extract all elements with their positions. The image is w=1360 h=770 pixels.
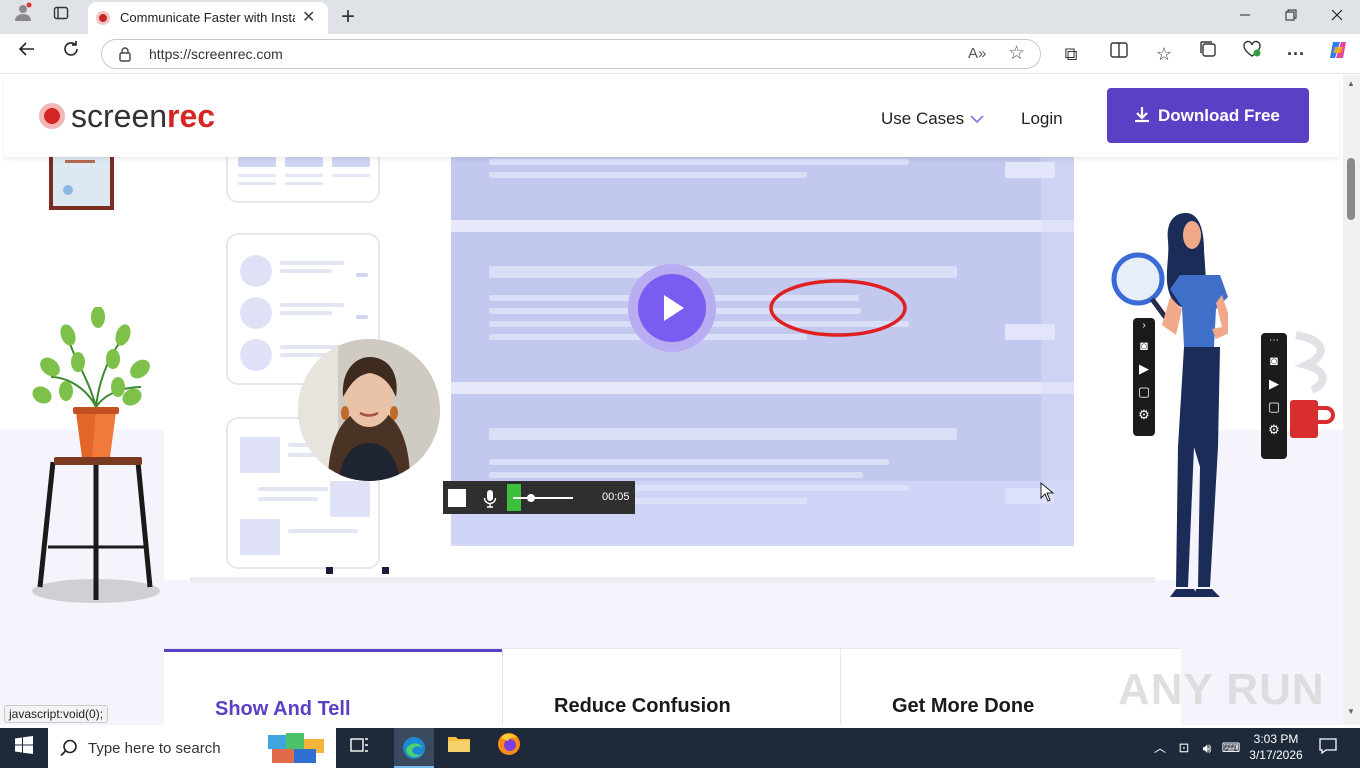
scrollbar-thumb[interactable] [1347, 158, 1355, 220]
feature-tab-3-label: Get More Done [892, 695, 1035, 717]
firefox-icon[interactable] [493, 732, 525, 764]
browser-essentials-icon[interactable] [1237, 39, 1267, 69]
recorder-toolbar-right: ⋯ ◙ ▶ ▢ ⚙ [1261, 333, 1287, 459]
nav-use-cases-label: Use Cases [881, 109, 965, 128]
search-icon [60, 739, 77, 757]
settings-icon[interactable]: ⚙ [1133, 403, 1155, 426]
feature-tab-2[interactable]: Reduce Confusion [502, 649, 840, 725]
recorder-toolbar-left: › ◙ ▶ ▢ ⚙ [1133, 318, 1155, 436]
page-scrollbar[interactable]: ▲ ▼ [1343, 75, 1360, 725]
window-icon[interactable]: ▢ [1133, 380, 1155, 403]
minimize-icon[interactable] [1230, 2, 1260, 32]
extensions-icon[interactable]: ⧉ [1056, 39, 1086, 69]
ime-icon[interactable]: ⌨ [1215, 732, 1247, 764]
read-aloud-icon[interactable]: A» [968, 45, 986, 62]
carousel-dot[interactable] [326, 567, 333, 574]
split-screen-icon[interactable] [1104, 39, 1134, 69]
feature-tab-2-label: Reduce Confusion [554, 695, 731, 717]
video-icon[interactable]: ▶ [1261, 372, 1287, 395]
feature-tab-1-label: Show And Tell [215, 698, 351, 720]
logo-record-icon [39, 103, 65, 129]
browser-tab-bar: Communicate Faster with Instant ✕ + [0, 0, 1360, 34]
copilot-icon[interactable] [1323, 39, 1353, 69]
close-window-icon[interactable] [1322, 2, 1352, 32]
nav-login[interactable]: Login [1021, 109, 1063, 129]
wall-frame-image [49, 155, 114, 210]
webcam-avatar [298, 339, 440, 481]
video-icon[interactable]: ▶ [1133, 357, 1155, 380]
profile-icon[interactable] [8, 2, 38, 32]
lock-icon[interactable] [118, 46, 132, 67]
microphone-icon[interactable] [483, 489, 497, 508]
status-bar-url: javascript:void(0); [4, 705, 109, 723]
more-menu-icon[interactable]: ··· [1281, 39, 1311, 69]
hero-stage-shadow [190, 577, 1155, 583]
file-explorer-icon[interactable] [443, 732, 475, 764]
address-bar[interactable]: https://screenrec.com A» ☆ [101, 39, 1041, 69]
logo-text-screen: screen [71, 98, 168, 134]
feature-tab-1[interactable]: Show And Tell [164, 649, 502, 725]
woman-illustration [1108, 205, 1234, 610]
active-tab[interactable]: Communicate Faster with Instant ✕ [88, 2, 328, 34]
feature-tabs: Show And Tell Reduce Confusion Get More … [164, 648, 1181, 725]
page-viewport: 00:05 › ◙ ▶ ▢ ⚙ ⋯ ◙ ▶ ▢ ⚙ Show And Tell … [0, 75, 1343, 725]
back-icon[interactable] [12, 39, 42, 69]
expand-icon[interactable]: › [1133, 318, 1155, 334]
plant-illustration [28, 306, 163, 607]
play-icon [664, 295, 684, 321]
url-text: https://screenrec.com [149, 46, 283, 62]
play-button[interactable] [628, 264, 716, 352]
mouse-cursor-icon [1040, 482, 1054, 502]
clock-time: 3:03 PM [1253, 732, 1299, 746]
windows-taskbar: Type here to search ︿ ⊡ 🔊︎ ⌨ 3:03 PM 3/1… [0, 728, 1360, 768]
logo-text-rec: rec [167, 98, 216, 134]
record-timer: 00:05 [602, 491, 630, 503]
scroll-down-arrow[interactable]: ▼ [1347, 707, 1355, 716]
coffee-mug-illustration [1286, 330, 1336, 442]
scroll-up-arrow[interactable]: ▲ [1347, 79, 1355, 88]
volume-slider[interactable] [513, 494, 573, 502]
search-placeholder: Type here to search [88, 740, 221, 757]
camera-icon[interactable]: ◙ [1133, 334, 1155, 357]
restore-icon[interactable] [1276, 2, 1306, 32]
carousel-dot[interactable] [382, 567, 389, 574]
favorite-star-icon[interactable]: ☆ [1008, 42, 1025, 65]
taskbar-search-box[interactable]: Type here to search [48, 728, 336, 768]
notification-icon[interactable] [1312, 732, 1344, 764]
browser-toolbar: https://screenrec.com A» ☆ ⧉ ☆ ··· [0, 34, 1360, 74]
clock-date: 3/17/2026 [1249, 748, 1303, 762]
collections-icon[interactable] [1193, 39, 1223, 69]
nav-use-cases[interactable]: Use Cases [881, 109, 991, 133]
site-header: screen rec Use Cases Login Download Free [4, 75, 1339, 157]
annotation-ellipse [769, 279, 907, 337]
settings-icon[interactable]: ⚙ [1261, 418, 1287, 441]
window-icon[interactable]: ▢ [1261, 395, 1287, 418]
options-icon[interactable]: ⋯ [1261, 333, 1287, 349]
recorder-control-bar: 00:05 [443, 481, 635, 514]
stop-button[interactable] [448, 489, 466, 507]
chevron-down-icon [970, 115, 984, 124]
download-icon [1135, 107, 1149, 123]
task-view-icon[interactable] [344, 732, 376, 764]
tab-title: Communicate Faster with Instant [120, 10, 295, 25]
windows-start-icon[interactable] [8, 732, 40, 764]
refresh-icon[interactable] [56, 39, 86, 69]
close-tab-icon[interactable]: ✕ [302, 7, 315, 27]
edge-browser-icon[interactable] [394, 728, 434, 768]
camera-icon[interactable]: ◙ [1261, 349, 1287, 372]
taskbar-clock[interactable]: 3:03 PM 3/17/2026 [1248, 731, 1304, 763]
download-free-label: Download Free [1158, 106, 1280, 125]
tab-actions-icon[interactable] [46, 2, 76, 32]
download-free-button[interactable]: Download Free [1107, 88, 1309, 143]
watermark: ANY RUN [1118, 665, 1325, 714]
search-highlight-puzzle-icon [266, 731, 328, 765]
new-tab-button[interactable]: + [333, 2, 363, 32]
favorites-icon[interactable]: ☆ [1149, 39, 1179, 69]
screenrec-favicon-icon [96, 11, 110, 25]
